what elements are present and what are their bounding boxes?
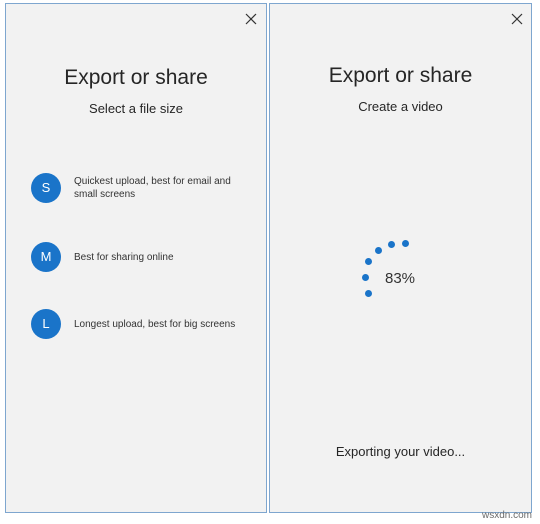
panel-title: Export or share [328,64,473,87]
screenshot-canvas: Export or share Select a file size S Qui… [0,0,540,524]
close-button[interactable] [510,12,524,26]
option-description: Quickest upload, best for email and smal… [74,176,231,200]
watermark: wsxdn.com [481,510,532,521]
option-description: Longest upload, best for big screens [74,318,236,330]
size-badge-small: S [31,173,61,203]
progress-dot [375,247,382,254]
close-icon [511,13,523,25]
file-size-option-medium[interactable]: M Best for sharing online [31,240,261,274]
close-icon [245,13,257,25]
progress-percent: 83% [385,270,416,287]
progress-dot [402,240,409,247]
progress-dot [365,258,372,265]
panel-title: Export or share [64,66,208,89]
file-size-option-small[interactable]: S Quickest upload, best for email and sm… [31,171,261,205]
export-status-text: Exporting your video... [335,444,466,459]
close-button[interactable] [244,12,258,26]
panel-subtitle: Select a file size [89,101,183,116]
export-file-size-panel: Export or share Select a file size S Qui… [5,3,267,513]
panel-subtitle: Create a video [358,99,443,114]
option-description: Best for sharing online [74,251,174,263]
progress-ring-icon [354,236,414,300]
size-badge-medium: M [31,242,61,272]
file-size-option-large[interactable]: L Longest upload, best for big screens [31,307,261,341]
export-progress-panel: Export or share Create a video 83% Expor… [269,3,532,513]
progress-dot [362,274,369,281]
progress-dot [388,241,395,248]
progress-dot [365,290,372,297]
size-badge-large: L [31,309,61,339]
